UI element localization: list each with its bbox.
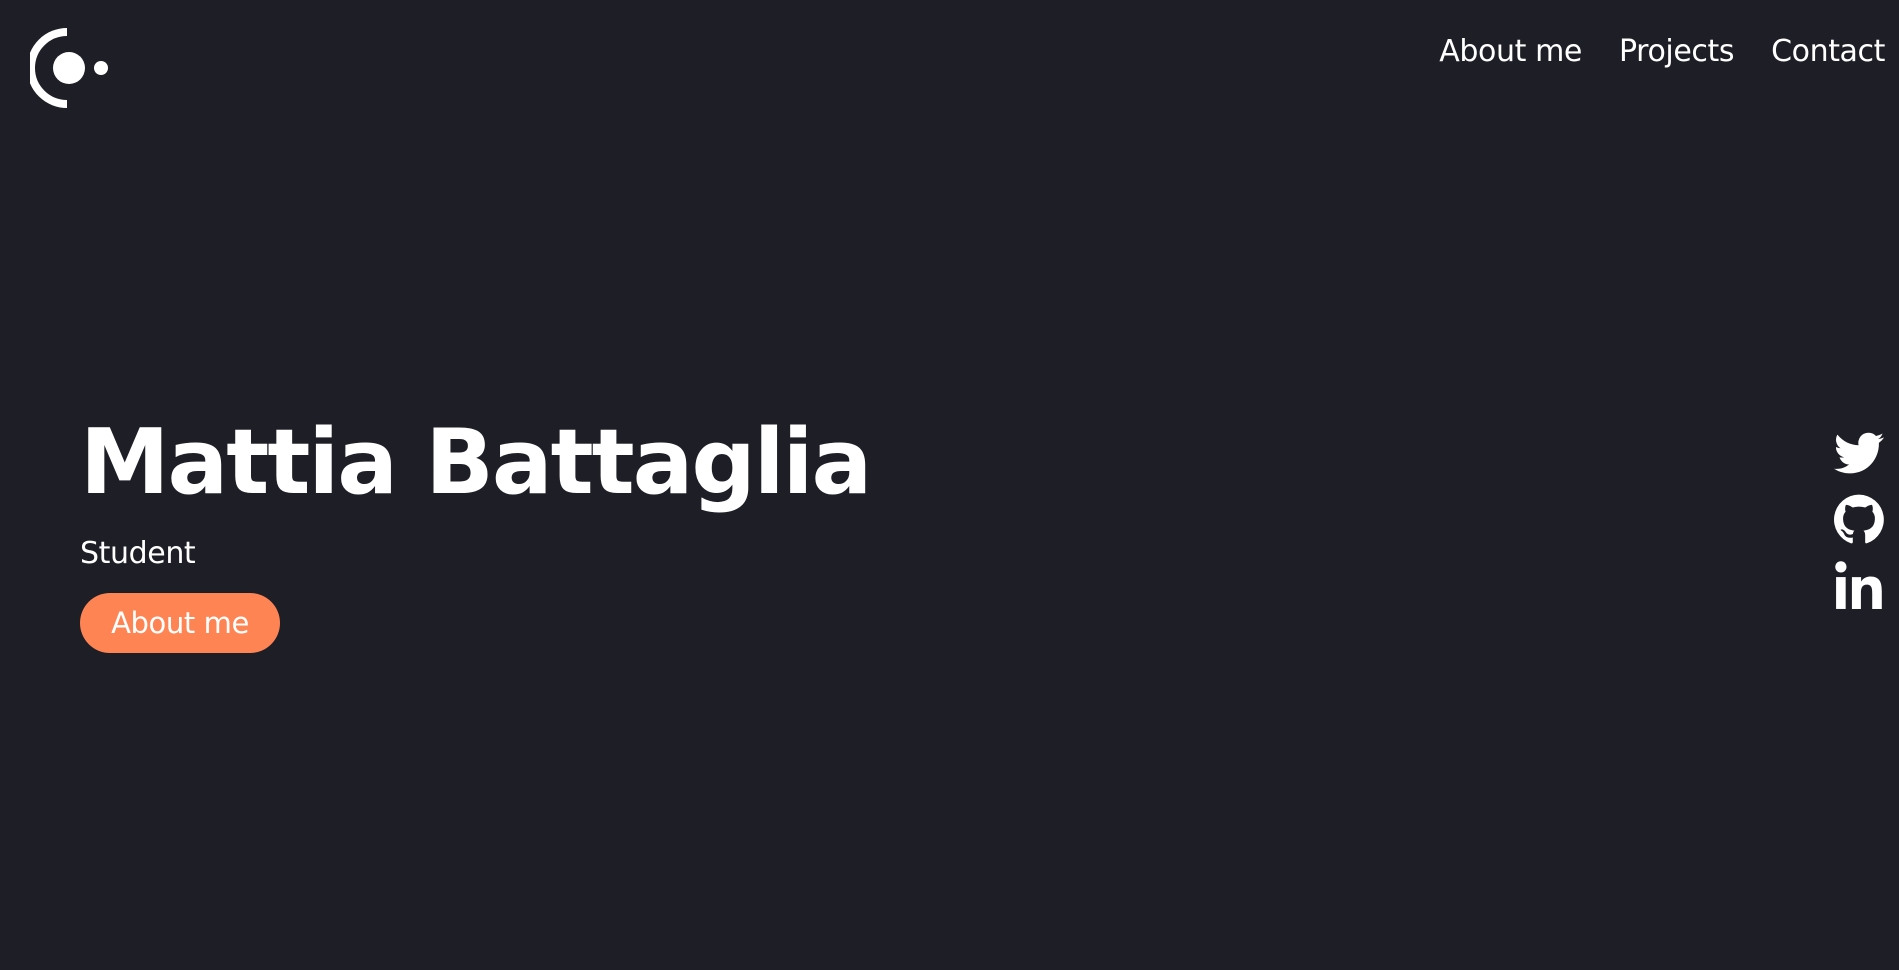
hero-section: Mattia Battaglia Student About me [80, 408, 872, 653]
page: About me Projects Contact Mattia Battagl… [0, 0, 1899, 970]
linkedin-link[interactable] [1833, 560, 1885, 610]
hero-role: Student [80, 536, 196, 571]
nav-contact-link[interactable]: Contact [1771, 30, 1885, 74]
github-link[interactable] [1833, 494, 1885, 544]
nav-projects-link[interactable]: Projects [1619, 30, 1734, 74]
about-me-button[interactable]: About me [80, 593, 280, 653]
hero-name: Mattia Battaglia [80, 410, 872, 515]
twitter-icon [1834, 432, 1884, 474]
logo-icon [27, 28, 108, 108]
main-nav: About me Projects Contact [1439, 30, 1885, 74]
twitter-link[interactable] [1833, 428, 1885, 478]
site-logo[interactable] [27, 28, 112, 108]
linkedin-icon [1835, 561, 1882, 609]
nav-about-me-link[interactable]: About me [1439, 30, 1582, 74]
github-icon [1834, 494, 1884, 544]
social-links [1833, 428, 1885, 610]
